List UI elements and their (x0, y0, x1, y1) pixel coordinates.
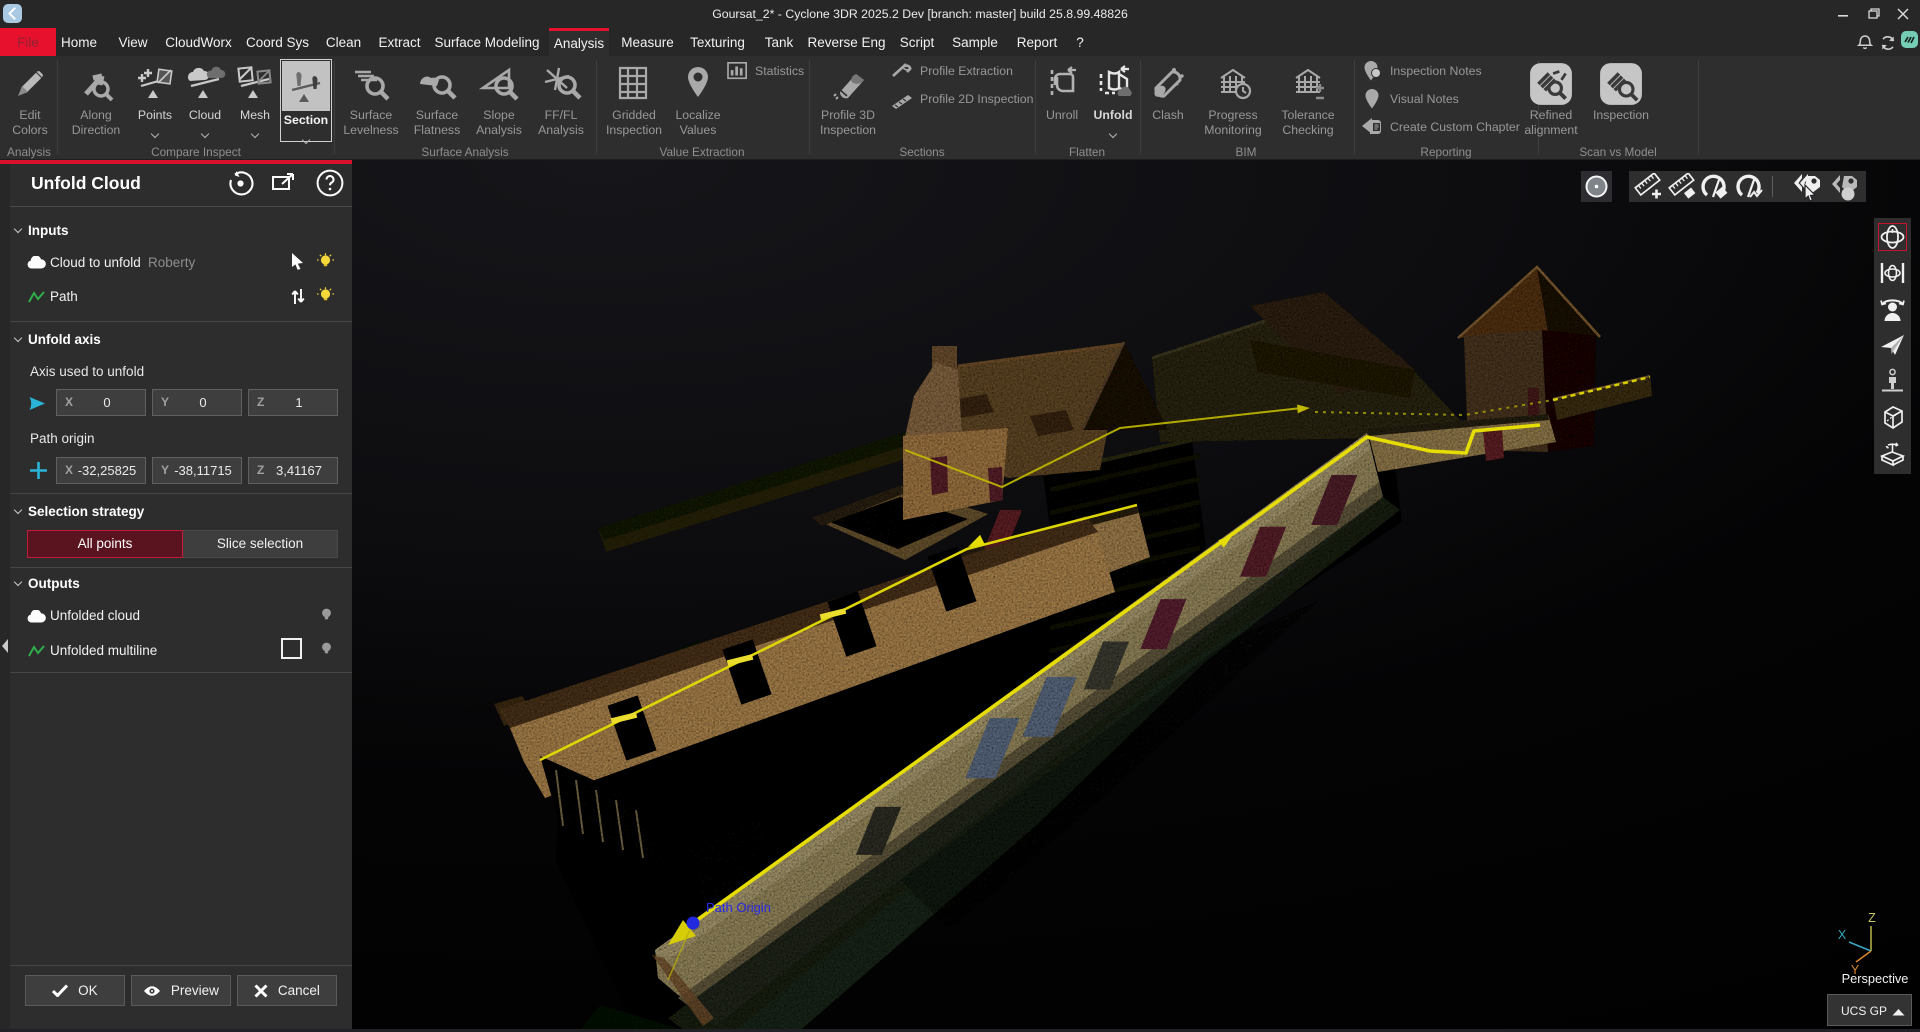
svg-text:X: X (1838, 928, 1847, 942)
svg-text:Path Origin: Path Origin (706, 900, 771, 915)
svg-text:Z: Z (1868, 911, 1876, 925)
